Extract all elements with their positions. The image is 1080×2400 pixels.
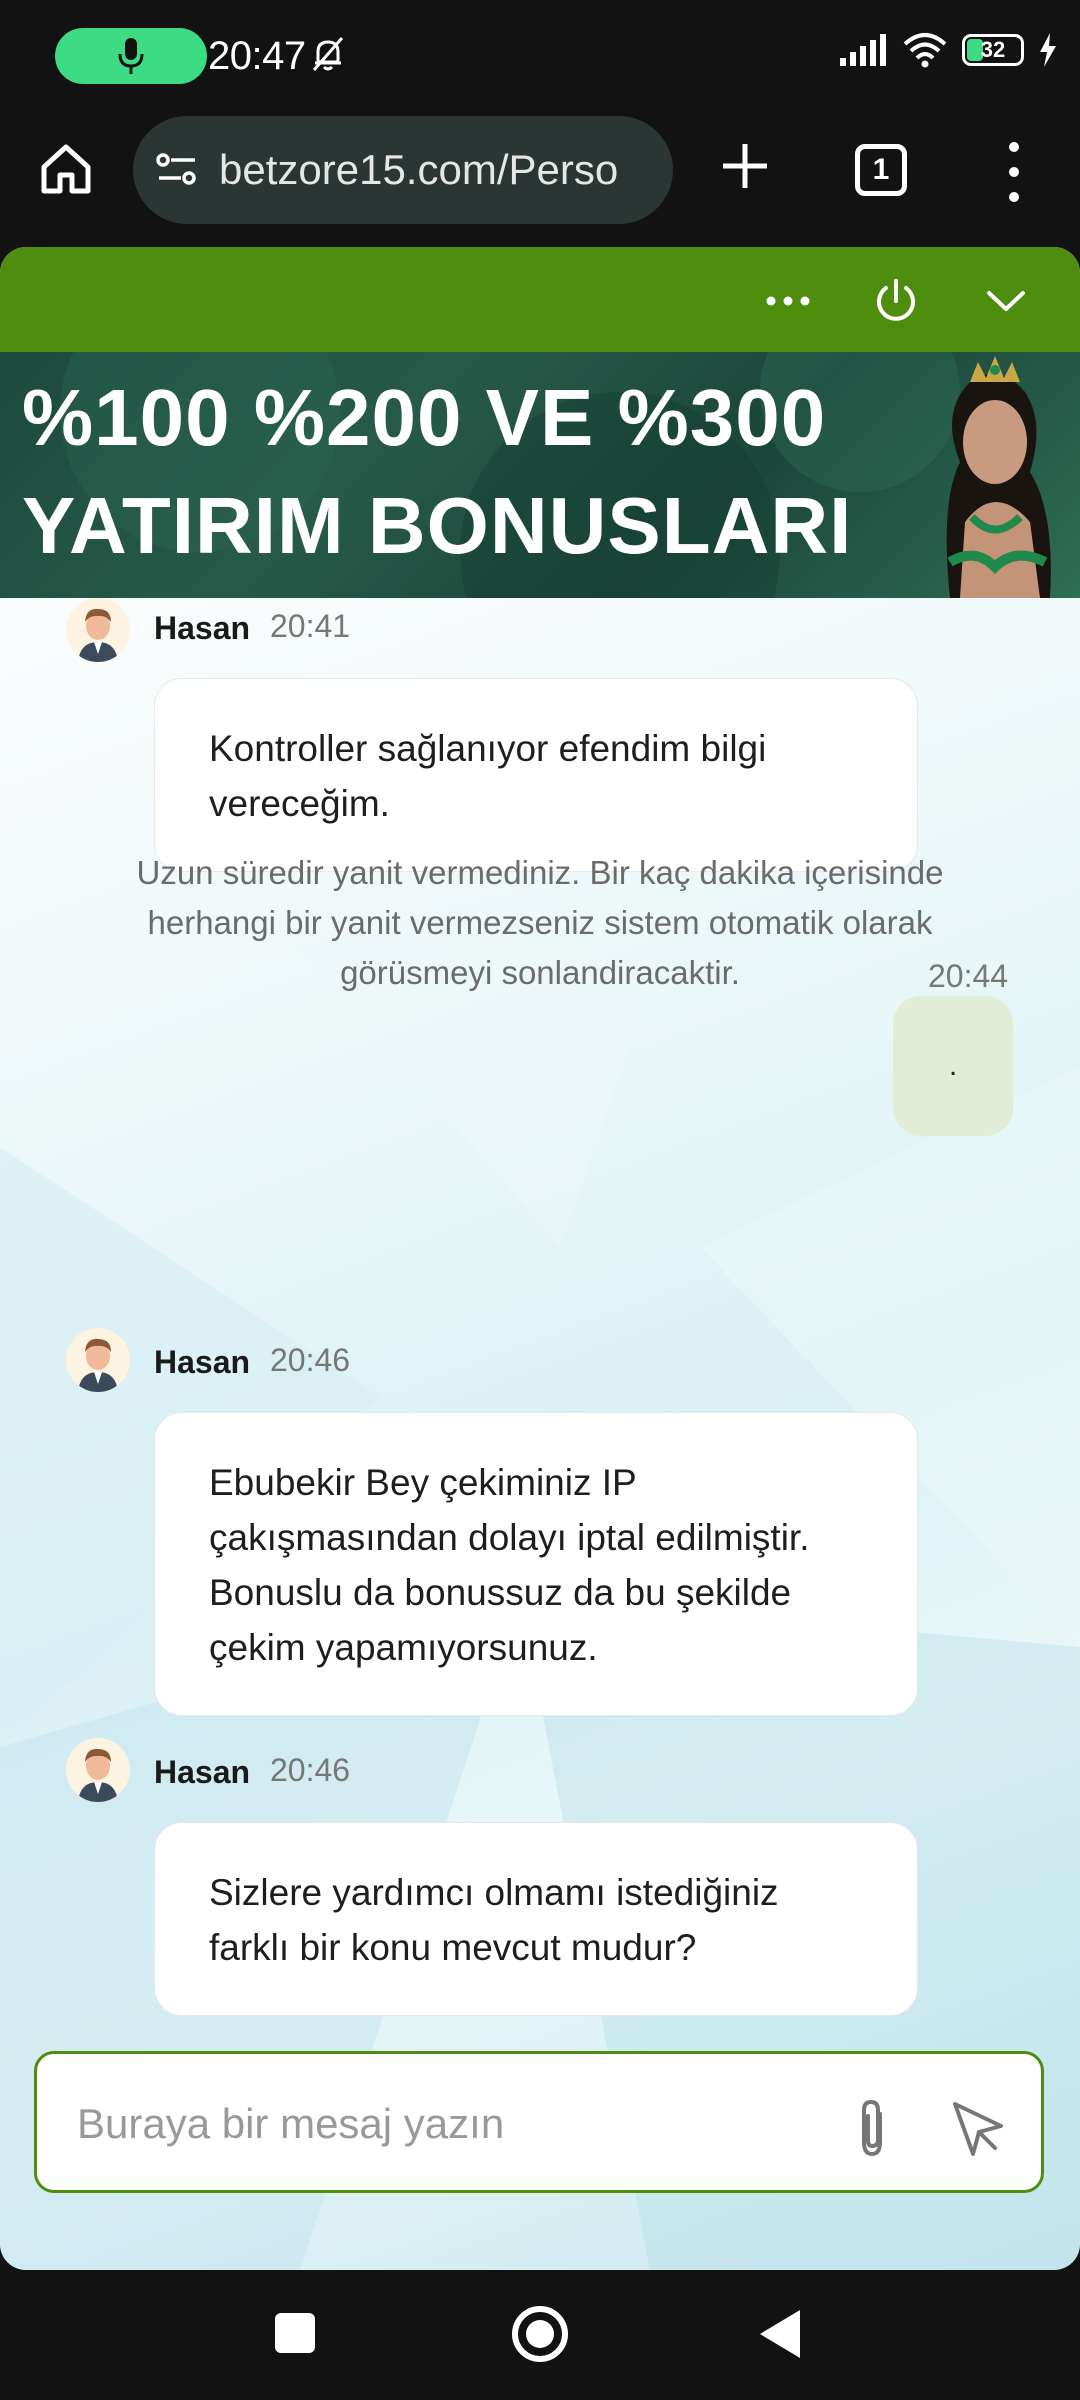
agent-avatar-icon [78,1338,118,1392]
minimize-button[interactable] [978,273,1034,329]
message-sender: Hasan [154,610,251,646]
agent-avatar [66,1328,130,1392]
battery-level: 32 [980,37,1006,62]
mic-icon [118,38,144,74]
bell-off-icon [312,37,344,71]
message-composer [34,2051,1044,2193]
tab-switcher-button[interactable]: 1 [855,144,907,196]
agent-avatar-icon [78,608,118,662]
message-sender: Hasan [154,1344,251,1380]
home-icon [41,144,91,194]
url-text: betzore15.com/Perso [219,146,619,193]
message-time: 20:46 [270,1342,351,1378]
status-icons: 32 [840,32,1058,68]
queen-illustration [946,356,1051,598]
more-icon [766,296,810,306]
promo-banner[interactable]: %100 %200 VE %300 YATIRIM BONUSLARI [0,352,1080,598]
chat-header [0,247,1080,352]
message-list: Hasan 20:41 Kontroller sağlanıyor efendi… [0,598,1080,2270]
overflow-menu-icon[interactable] [1000,142,1028,202]
chat-widget: %100 %200 VE %300 YATIRIM BONUSLARI Hasa… [0,247,1080,2270]
user-message: . [893,996,1013,1136]
status-bar: 20:47 32 [0,0,1080,116]
new-tab-icon[interactable] [713,134,777,198]
banner-line-1: %100 %200 VE %300 [22,373,827,462]
agent-message: Kontroller sağlanıyor efendim bilgi vere… [154,678,918,872]
agent-avatar [66,598,130,662]
message-input[interactable] [77,2084,837,2164]
banner-line-2: YATIRIM BONUSLARI [22,481,853,570]
url-bar[interactable]: betzore15.com/Perso [133,116,673,224]
attach-icon[interactable] [842,2096,902,2160]
chevron-down-icon [987,291,1025,311]
send-icon[interactable] [947,2098,1007,2158]
message-time: 20:41 [270,608,351,644]
agent-avatar-icon [78,1748,118,1802]
back-icon[interactable] [760,2310,800,2358]
battery-icon: 32 [962,34,1024,66]
charging-icon [1040,33,1056,67]
home-circle-icon[interactable] [512,2306,568,2362]
browser-toolbar: betzore15.com/Perso 1 [0,116,1080,246]
site-settings-icon[interactable] [155,150,199,190]
more-options-button[interactable] [760,273,816,329]
user-message-time: 20:44 [928,958,1009,994]
inactivity-notice: Uzun süredir yanit vermediniz. Bir kaç d… [136,854,944,991]
agent-message: Sizlere yardımcı olmamı istediğiniz fark… [154,1822,918,2016]
recents-icon[interactable] [275,2313,315,2353]
system-nav-bar [0,2270,1080,2400]
tab-count: 1 [872,153,890,186]
status-time: 20:47 [208,34,306,78]
message-sender: Hasan [154,1754,251,1790]
message-time: 20:46 [270,1752,351,1788]
mic-indicator[interactable] [55,28,207,84]
power-icon [877,279,915,321]
end-chat-button[interactable] [868,273,924,329]
home-button[interactable] [35,138,97,200]
agent-avatar [66,1738,130,1802]
wifi-icon [903,33,947,68]
agent-message: Ebubekir Bey çekiminiz IP çakışmasından … [154,1412,918,1716]
signal-icon [840,34,886,66]
